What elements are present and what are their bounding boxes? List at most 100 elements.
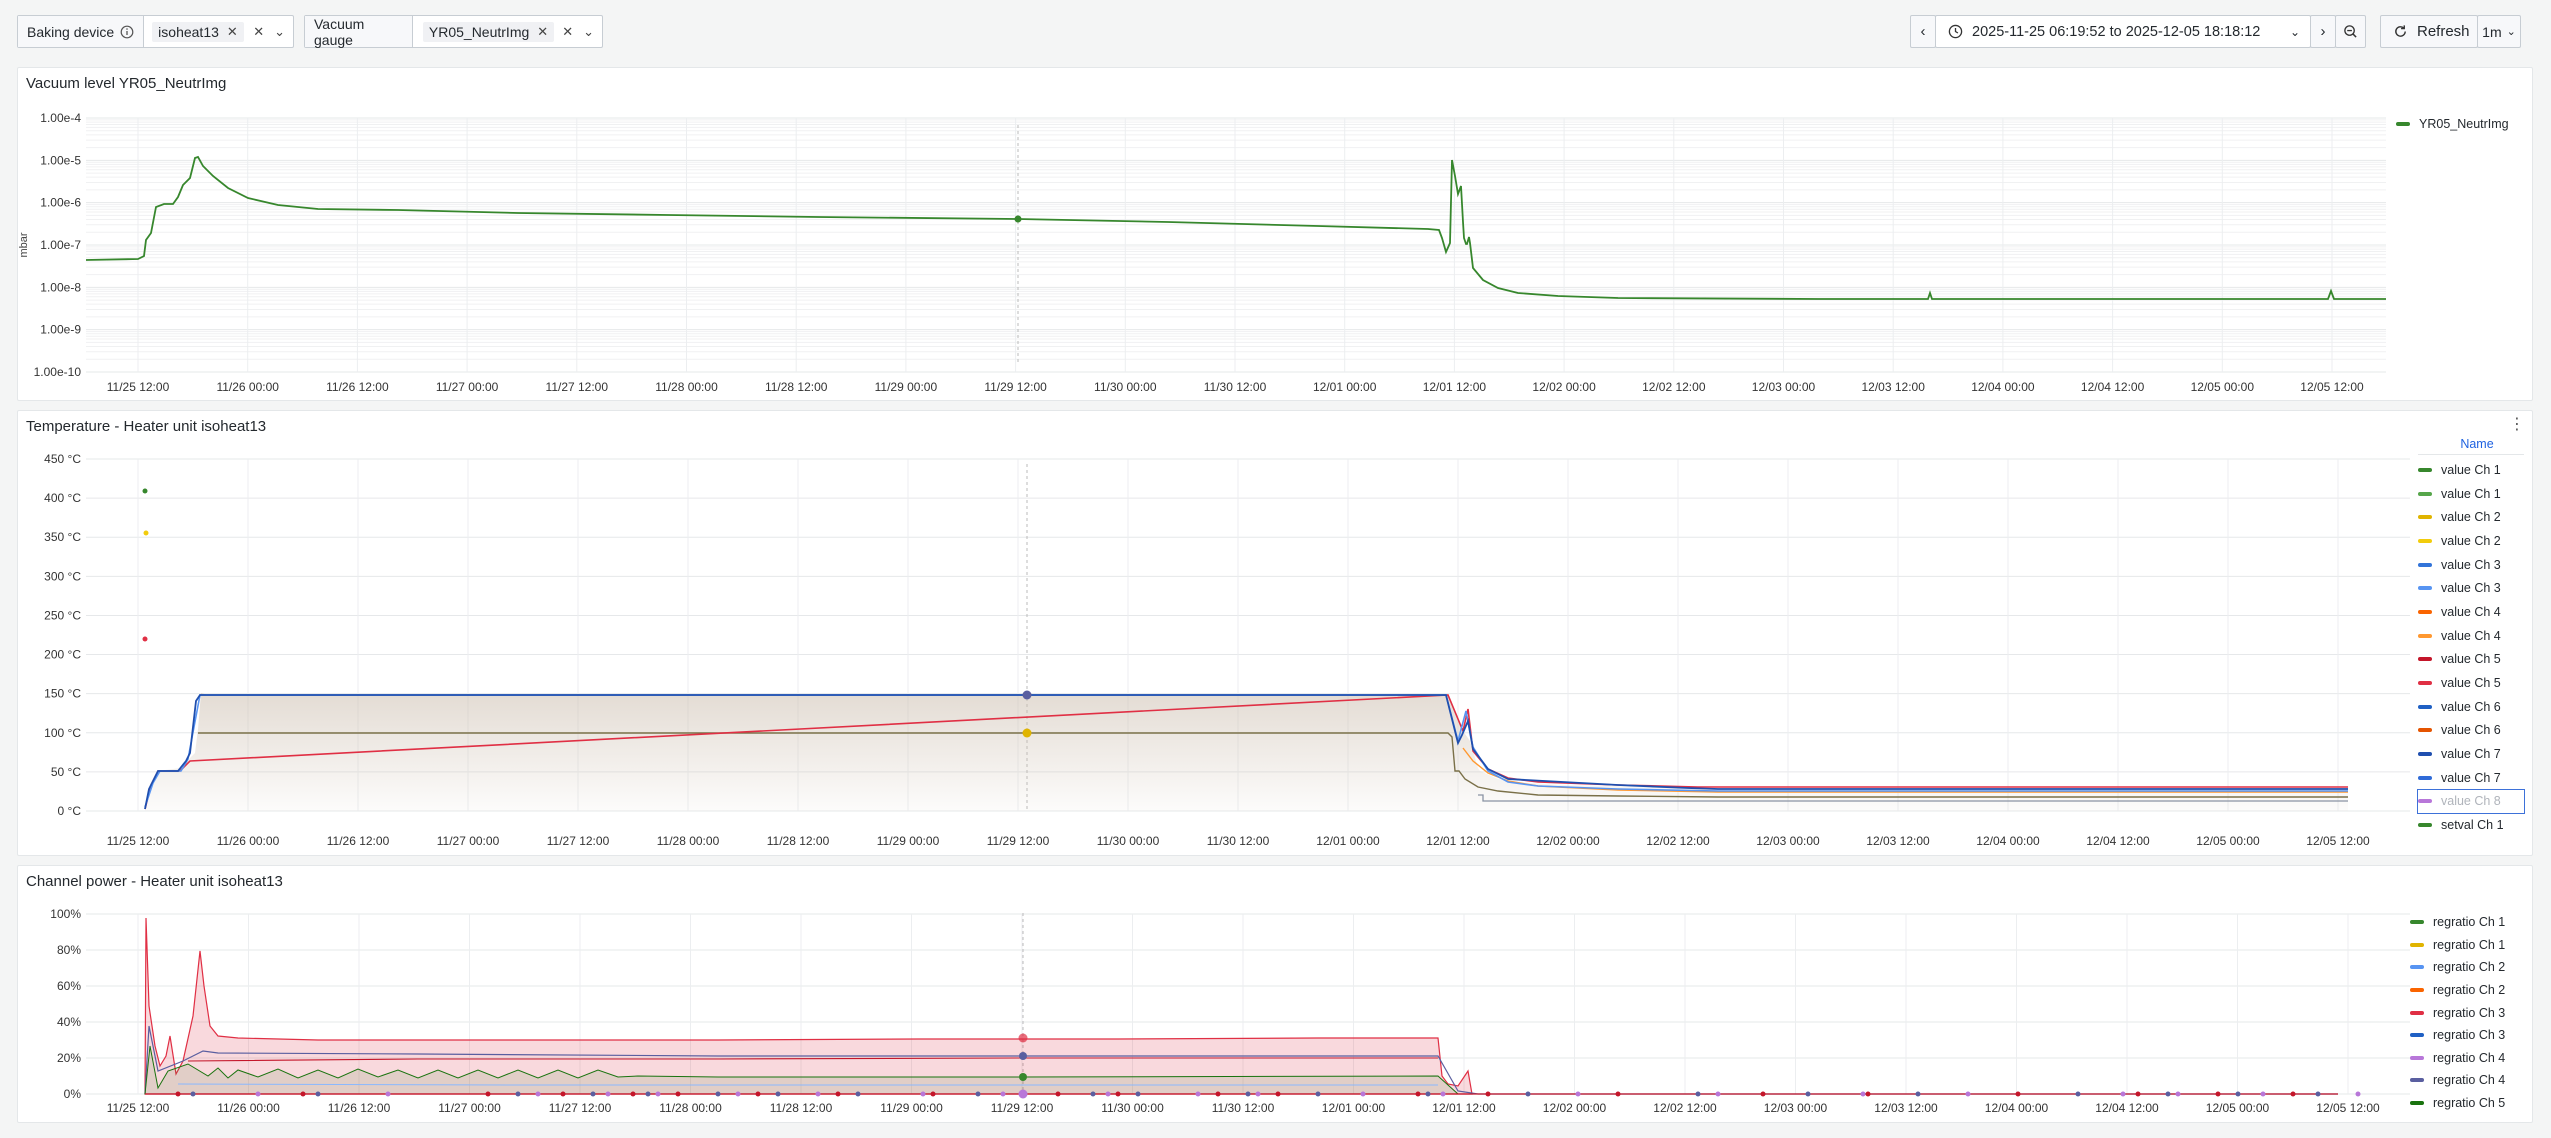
refresh-button[interactable]: Refresh [2380,15,2478,48]
x-tick-label: 11/28 12:00 [767,834,830,848]
legend-item[interactable]: value Ch 7 [2418,742,2524,766]
x-tick-label: 11/25 12:00 [107,834,170,848]
data-point [1965,1091,1971,1097]
legend-item[interactable]: value Ch 4 [2418,600,2524,624]
data-point [1195,1091,1201,1097]
remove-tag-icon[interactable]: ✕ [227,24,238,40]
vacuum-gauge-variable[interactable]: Vacuum gauge YR05_NeutrImg ✕ ✕ ⌄ [304,15,603,48]
legend-item[interactable]: value Ch 2 [2418,505,2524,529]
clock-icon [1948,24,1963,39]
legend-item[interactable]: value Ch 4 [2418,624,2524,648]
vacuum-chart[interactable]: 1.00e-4 1.00e-5 1.00e-6 1.00e-7 1.00e-8 1.00e… [18,68,2534,402]
legend-item[interactable]: regratio Ch 3 [2410,1024,2505,1047]
data-point [1000,1091,1006,1097]
y-tick-label: 20% [57,1051,81,1065]
legend-swatch [2410,920,2424,925]
legend-swatch [2410,1078,2424,1083]
legend-item[interactable]: value Ch 6 [2418,719,2524,743]
legend-item[interactable]: YR05_NeutrImg [2396,112,2509,136]
y-tick-label: 150 °C [44,687,81,701]
x-tick-label: 11/30 12:00 [1212,1101,1275,1115]
clear-icon[interactable]: ✕ [562,24,573,40]
legend-label: value Ch 8 [2441,794,2501,809]
x-tick-label: 12/01 00:00 [1322,1101,1386,1115]
legend-label: value Ch 2 [2441,533,2501,548]
legend-item[interactable]: regratio Ch 4 [2410,1047,2505,1070]
hover-point [1018,1089,1028,1099]
data-point [2355,1091,2361,1097]
data-point [2015,1091,2021,1097]
legend-item[interactable]: value Ch 3 [2418,553,2524,577]
data-point [1415,1091,1421,1097]
legend-item[interactable]: value Ch 3 [2418,576,2524,600]
clear-icon[interactable]: ✕ [253,24,264,40]
legend-item[interactable]: value Ch 5 [2418,648,2524,672]
time-next-button[interactable]: › [2310,15,2336,48]
legend-label: setval Ch 1 [2441,818,2504,833]
remove-tag-icon[interactable]: ✕ [537,24,548,40]
zoom-out-button[interactable] [2335,15,2366,48]
legend-label: value Ch 3 [2441,581,2501,596]
y-tick-label: 200 °C [44,648,81,662]
legend-swatch [2410,1101,2424,1106]
legend-item[interactable]: value Ch 5 [2418,671,2524,695]
data-point [2315,1091,2321,1097]
time-prev-button[interactable]: ‹ [1910,15,1936,48]
vacuum-gauge-tag[interactable]: YR05_NeutrImg ✕ [422,21,555,42]
legend-item[interactable]: regratio Ch 4 [2410,1069,2505,1092]
x-tick-label: 11/30 00:00 [1097,834,1160,848]
x-tick-label: 11/27 00:00 [438,1101,501,1115]
x-tick-label: 12/05 00:00 [2191,380,2255,394]
legend-header[interactable]: Name [2418,433,2524,455]
chevron-down-icon[interactable]: ⌄ [274,24,285,40]
legend-label: value Ch 3 [2441,557,2501,572]
baking-device-tag[interactable]: isoheat13 ✕ [152,21,244,42]
hover-point [1014,215,1022,223]
legend-item[interactable]: value Ch 1 [2418,458,2524,482]
chevron-down-icon: ⌄ [2289,24,2300,39]
time-range-picker[interactable]: 2025-11-25 06:19:52 to 2025-12-05 18:18:… [1935,15,2311,48]
legend-item[interactable]: setval Ch 1 [2418,813,2524,837]
data-point [315,1091,321,1097]
x-tick-label: 11/29 12:00 [987,834,1050,848]
legend-item[interactable]: value Ch 7 [2418,766,2524,790]
power-chart[interactable]: 100% 80% 60% 40% 20% 0% 11/25 12:00 11/26 00:0… [18,866,2534,1124]
x-tick-label: 12/03 00:00 [1764,1101,1828,1115]
dashboard-toolbar: Baking device isoheat13 ✕ ✕ ⌄ Vacuum gau… [0,0,2551,64]
y-tick-label: 50 °C [51,765,81,779]
data-point [835,1091,841,1097]
data-point [385,1091,391,1097]
data-point [255,1091,261,1097]
legend-item[interactable]: value Ch 2 [2418,529,2524,553]
legend-item[interactable]: value Ch 6 [2418,695,2524,719]
legend-item-selected[interactable]: value Ch 8 [2417,788,2525,815]
data-point [1215,1091,1221,1097]
data-point [930,1091,936,1097]
x-tick-label: 12/03 12:00 [1874,1101,1938,1115]
legend-label: regratio Ch 3 [2433,1005,2506,1020]
data-point [1275,1091,1281,1097]
data-point [920,1091,926,1097]
legend-item[interactable]: regratio Ch 3 [2410,1001,2505,1024]
legend-item[interactable]: regratio Ch 1 [2410,934,2505,957]
legend-item[interactable]: regratio Ch 2 [2410,956,2505,979]
baking-device-variable[interactable]: Baking device isoheat13 ✕ ✕ ⌄ [17,15,294,48]
y-tick-label: 250 °C [44,608,81,622]
legend-item[interactable]: regratio Ch 5 [2410,1092,2505,1115]
x-tick-label: 12/02 12:00 [1642,380,1706,394]
data-point [142,636,148,642]
refresh-interval-picker[interactable]: 1m ⌄ [2477,15,2521,48]
power-area-ch3 [144,917,1473,1095]
refresh-icon [2393,24,2408,39]
x-tick-label: 11/29 00:00 [875,380,938,394]
data-point [2165,1091,2171,1097]
legend-label: regratio Ch 1 [2433,915,2506,930]
data-point [2260,1091,2266,1097]
x-tick-label: 11/27 12:00 [546,380,609,394]
data-point [1695,1091,1701,1097]
temperature-chart[interactable]: 450 °C 400 °C 350 °C 300 °C 250 °C 200 °C 150 … [18,411,2534,857]
chevron-down-icon[interactable]: ⌄ [583,24,594,40]
legend-item[interactable]: regratio Ch 1 [2410,911,2505,934]
legend-item[interactable]: value Ch 1 [2418,482,2524,506]
legend-item[interactable]: regratio Ch 2 [2410,979,2505,1002]
